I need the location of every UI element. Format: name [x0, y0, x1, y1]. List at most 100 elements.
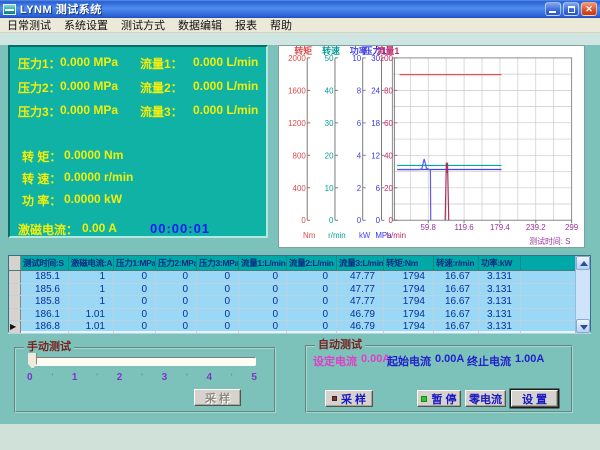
setup-button[interactable]: 设 置: [511, 390, 558, 407]
table-header-cell[interactable]: 压力3:MPa: [197, 256, 239, 270]
menu-item-2[interactable]: 测试方式: [121, 17, 165, 33]
svg-text:24: 24: [371, 86, 380, 95]
auto-sample-button[interactable]: 采 样: [325, 390, 373, 407]
table-header-row: 测试时间:S激磁电流:A压力1:MPa压力2:MPa压力3:MPa流量1:L/m…: [9, 256, 590, 271]
manual-test-title: 手动测试: [24, 341, 74, 354]
auto-sample-label: 采 样: [341, 391, 366, 407]
scroll-up-button[interactable]: [576, 256, 590, 270]
pause-indicator-icon: [421, 396, 427, 402]
auto-test-title: 自动测试: [315, 339, 365, 352]
table-header-cell[interactable]: 功率:kW: [479, 256, 521, 270]
table-scrollbar[interactable]: [575, 256, 590, 333]
readout-label: 流量2：: [140, 79, 183, 96]
svg-text:0: 0: [301, 216, 306, 225]
pause-button[interactable]: 暂 停: [417, 390, 461, 407]
table-header-cell[interactable]: 压力1:MPa: [114, 256, 156, 270]
table-cell: 1: [69, 284, 114, 296]
table-cell: 1.01: [69, 321, 114, 333]
readout-label: 功 率：: [22, 192, 61, 209]
table-cell: 0: [287, 296, 337, 308]
row-selector: [9, 296, 21, 308]
restore-icon: [568, 6, 575, 13]
table-header-cell[interactable]: 流量3:L/min: [337, 256, 384, 270]
slider-ticks: 0'1'2'3'4'5: [27, 372, 257, 383]
menu-item-1[interactable]: 系统设置: [64, 17, 108, 33]
table-cell: 3.131: [479, 321, 521, 333]
svg-text:299: 299: [565, 223, 579, 232]
svg-text:30: 30: [325, 119, 334, 128]
svg-text:80: 80: [384, 86, 393, 95]
svg-text:100: 100: [380, 54, 394, 63]
table-cell: 47.77: [337, 296, 384, 308]
table-row[interactable]: 185.110000047.77179416.673.131: [9, 271, 590, 284]
zero-current-button[interactable]: 零电流: [465, 390, 506, 407]
readout-label: 转 速：: [22, 170, 61, 187]
pause-label: 暂 停: [431, 391, 456, 407]
table-cell: 0: [197, 284, 239, 296]
table-cell: 1794: [384, 271, 434, 283]
current-slider-track[interactable]: [30, 357, 256, 366]
sample-indicator-icon: [332, 396, 337, 401]
table-header-cell[interactable]: 流量1:L/min: [239, 256, 287, 270]
table-cell: 0: [114, 271, 156, 283]
table-cell: 185.6: [21, 284, 69, 296]
svg-text:40: 40: [384, 151, 393, 160]
svg-text:4: 4: [357, 151, 362, 160]
table-header-cell[interactable]: 测试时间:S: [21, 256, 69, 270]
slider-minor-tick: ': [186, 372, 188, 383]
series-流量1: [445, 163, 449, 221]
menu-item-3[interactable]: 数据编辑: [178, 17, 222, 33]
table-row[interactable]: 186.11.010000046.79179416.673.131: [9, 309, 590, 322]
readout-label: 压力1：: [18, 55, 61, 72]
svg-text:0: 0: [329, 216, 334, 225]
svg-text:12: 12: [371, 151, 380, 160]
current-slider-thumb[interactable]: [28, 353, 37, 369]
manual-test-group: 手动测试 0'1'2'3'4'5 采 样: [14, 347, 276, 413]
row-selector-header: [9, 256, 21, 270]
svg-text:测试时间: S: 测试时间: S: [529, 236, 570, 246]
table-row[interactable]: 185.810000047.77179416.673.131: [9, 296, 590, 309]
row-selector: [9, 271, 21, 283]
table-header-cell[interactable]: 转矩:Nm: [384, 256, 434, 270]
slider-minor-tick: ': [141, 372, 143, 383]
table-cell: 47.77: [337, 284, 384, 296]
set-current-label: 设定电流: [313, 353, 357, 369]
table-cell: 1.01: [69, 309, 114, 321]
table-cell: 0: [114, 321, 156, 333]
table-cell: 3.131: [479, 284, 521, 296]
series-压力1: [397, 159, 431, 220]
excitation-current-label: 激磁电流：: [18, 221, 78, 238]
svg-text:0: 0: [376, 216, 381, 225]
menu-item-4[interactable]: 报表: [235, 17, 257, 33]
restore-button[interactable]: [563, 2, 579, 16]
table-cell: 0: [114, 296, 156, 308]
table-cell: 0: [197, 296, 239, 308]
scroll-down-button[interactable]: [576, 319, 590, 333]
svg-text:kW: kW: [359, 231, 371, 240]
set-current-value: 0.00A: [361, 353, 390, 365]
table-cell: 0: [239, 271, 287, 283]
svg-text:8: 8: [357, 86, 362, 95]
table-row[interactable]: 185.610000047.77179416.673.131: [9, 284, 590, 297]
table-header-cell[interactable]: 激磁电流:A: [69, 256, 114, 270]
table-header-cell[interactable]: 压力2:MPa: [156, 256, 197, 270]
table-cell: 185.1: [21, 271, 69, 283]
table-row[interactable]: ▶186.81.010000046.79179416.673.131: [9, 321, 590, 334]
close-button[interactable]: ✕: [581, 2, 597, 16]
table-cell: 185.8: [21, 296, 69, 308]
menu-item-0[interactable]: 日常测试: [7, 17, 51, 33]
svg-text:239.2: 239.2: [526, 223, 546, 232]
svg-text:0: 0: [388, 216, 393, 225]
table-cell: 0: [197, 321, 239, 333]
table-header-cell[interactable]: 流量2:L/min: [287, 256, 337, 270]
readout-label: 转 矩：: [22, 148, 61, 165]
start-current-label: 起始电流: [387, 353, 431, 369]
table-header-cell[interactable]: 转速:r/min: [434, 256, 479, 270]
svg-text:20: 20: [384, 184, 393, 193]
menu-item-5[interactable]: 帮助: [270, 17, 292, 33]
minimize-button[interactable]: [545, 2, 561, 16]
start-current-value: 0.00A: [435, 353, 464, 365]
table-cell: 3.131: [479, 309, 521, 321]
scroll-down-icon: [580, 325, 588, 330]
table-cell: 1794: [384, 296, 434, 308]
